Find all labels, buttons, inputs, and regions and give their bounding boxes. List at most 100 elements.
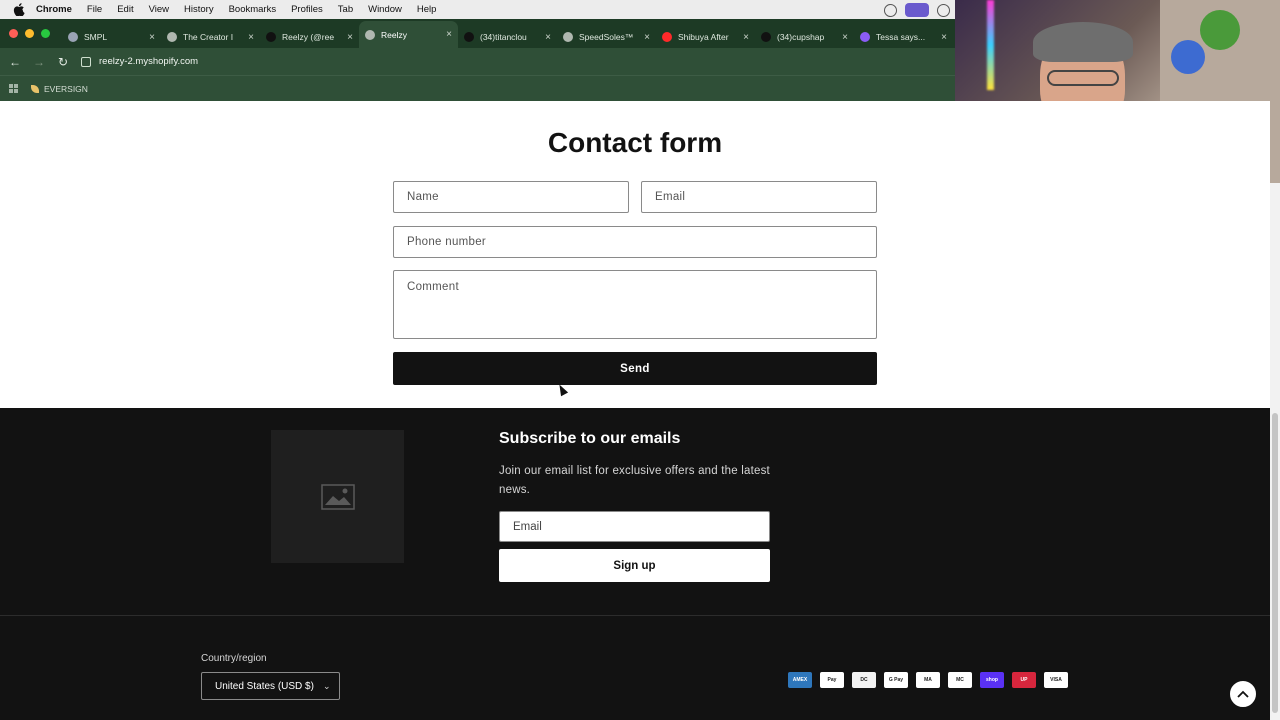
payment-google-pay-icon: G Pay: [884, 672, 908, 688]
tab-label: The Creator I: [183, 32, 234, 42]
tab-favicon-icon: [860, 32, 870, 42]
menu-edit[interactable]: Edit: [117, 4, 133, 15]
menu-view[interactable]: View: [149, 4, 169, 15]
page-scrollbar[interactable]: [1270, 183, 1280, 720]
tab-close-icon[interactable]: ×: [149, 32, 155, 43]
browser-tab[interactable]: (34)cupshap ×: [755, 26, 854, 48]
menu-help[interactable]: Help: [417, 4, 437, 15]
tab-label: Shibuya After: [678, 32, 729, 42]
subscribe-title: Subscribe to our emails: [499, 430, 681, 447]
browser-tab[interactable]: SpeedSoles™ ×: [557, 26, 656, 48]
webcam-neon-light: [987, 0, 994, 90]
image-placeholder: [271, 430, 404, 563]
tab-favicon-icon: [662, 32, 672, 42]
tab-close-icon[interactable]: ×: [347, 32, 353, 43]
reload-icon[interactable]: ↻: [51, 55, 75, 69]
browser-tab[interactable]: SMPL ×: [62, 26, 161, 48]
tab-favicon-icon: [365, 29, 375, 40]
tab-close-icon[interactable]: ×: [941, 32, 947, 43]
forward-arrow-icon[interactable]: →: [27, 55, 51, 69]
tab-favicon-icon: [266, 32, 276, 42]
tab-label: (34)cupshap: [777, 32, 825, 42]
menu-history[interactable]: History: [184, 4, 214, 15]
browser-tab-strip: SMPL × The Creator I × Reelzy (@ree × Reelzy ×(…: [0, 19, 955, 48]
scrollbar-thumb[interactable]: [1272, 413, 1278, 713]
country-region-label: Country/region: [201, 653, 267, 664]
menu-file[interactable]: File: [87, 4, 102, 15]
site-settings-icon[interactable]: [81, 56, 91, 67]
browser-tab[interactable]: Shibuya After ×: [656, 26, 755, 48]
menu-profiles[interactable]: Profiles: [291, 4, 323, 15]
name-field[interactable]: Name: [393, 181, 629, 213]
tab-close-icon[interactable]: ×: [743, 32, 749, 43]
apps-grid-icon[interactable]: [9, 84, 18, 93]
tab-favicon-icon: [464, 32, 474, 42]
tab-close-icon[interactable]: ×: [248, 32, 254, 43]
menu-app-chrome[interactable]: Chrome: [36, 4, 72, 15]
zoom-window-button[interactable]: [41, 29, 50, 38]
close-window-button[interactable]: [9, 29, 18, 38]
chevron-up-icon: [1237, 690, 1249, 698]
tab-favicon-icon: [563, 32, 573, 42]
tab-favicon-icon: [761, 32, 771, 42]
newsletter-email-field[interactable]: Email: [499, 511, 770, 542]
back-arrow-icon[interactable]: ←: [3, 55, 27, 69]
sign-up-button[interactable]: Sign up: [499, 549, 770, 582]
payment-mastercard-icon: MC: [948, 672, 972, 688]
tab-favicon-icon: [68, 32, 78, 42]
webcam-plush-toy: [1171, 40, 1205, 74]
window-controls: [9, 29, 50, 38]
browser-tab[interactable]: Reelzy ×: [359, 21, 458, 48]
control-center-icon[interactable]: [884, 3, 897, 17]
send-button[interactable]: Send: [393, 352, 877, 385]
comment-textarea[interactable]: Comment: [393, 270, 877, 339]
apple-logo-icon[interactable]: [12, 3, 26, 16]
tab-list: SMPL × The Creator I × Reelzy (@ree × Reelzy ×(…: [62, 19, 953, 48]
menu-bookmarks[interactable]: Bookmarks: [229, 4, 277, 15]
webcam-person-cap: [1033, 22, 1133, 62]
payment-methods: AMEX Pay DC G Pay MA MC shop UP VISA: [788, 672, 1068, 688]
url-bar[interactable]: reelzy-2.myshopify.com: [81, 56, 198, 67]
screen-recorder-icon[interactable]: [905, 3, 929, 17]
contact-form-title: Contact form: [547, 127, 723, 158]
address-toolbar: ← → ↻ reelzy-2.myshopify.com: [0, 48, 955, 75]
bookmark-eversign[interactable]: EVERSIGN: [31, 84, 88, 94]
newsletter-email-placeholder: Email: [513, 520, 542, 533]
tab-close-icon[interactable]: ×: [842, 32, 848, 43]
email-field[interactable]: Email: [641, 181, 877, 213]
url-text: reelzy-2.myshopify.com: [99, 56, 199, 67]
name-placeholder: Name: [407, 191, 439, 203]
browser-tab[interactable]: Tessa says... ×: [854, 26, 953, 48]
payment-shop-pay-icon: shop: [980, 672, 1004, 688]
browser-tab[interactable]: Reelzy (@ree ×: [260, 26, 359, 48]
tab-label: SMPL: [84, 32, 108, 42]
country-region-select[interactable]: United States (USD $) ⌄: [201, 672, 340, 700]
minimize-window-button[interactable]: [25, 29, 34, 38]
tab-label: SpeedSoles™: [579, 32, 634, 42]
phone-number-field[interactable]: Phone number: [393, 226, 877, 258]
browser-tab[interactable]: (34)titanclou ×: [458, 26, 557, 48]
email-placeholder: Email: [655, 191, 686, 203]
browser-tab[interactable]: The Creator I ×: [161, 26, 260, 48]
bookmarks-bar: EVERSIGN: [0, 75, 955, 101]
menubar-status-icons: [884, 3, 950, 17]
payment-visa-icon: VISA: [1044, 672, 1068, 688]
payment-maestro-icon: MA: [916, 672, 940, 688]
menu-window[interactable]: Window: [368, 4, 402, 15]
footer: Subscribe to our emails Join our email l…: [0, 408, 1270, 720]
tab-close-icon[interactable]: ×: [545, 32, 551, 43]
camera-icon[interactable]: [937, 3, 950, 17]
bookmark-label: EVERSIGN: [44, 83, 88, 94]
tab-close-icon[interactable]: ×: [446, 29, 452, 40]
eversign-favicon-icon: [31, 84, 39, 93]
menu-tab[interactable]: Tab: [338, 4, 353, 15]
image-placeholder-icon: [320, 483, 355, 510]
phone-placeholder: Phone number: [407, 236, 487, 248]
comment-placeholder: Comment: [407, 281, 459, 293]
scroll-to-top-button[interactable]: [1229, 680, 1257, 708]
chevron-down-icon: ⌄: [322, 680, 331, 691]
payment-american-express-icon: AMEX: [788, 672, 812, 688]
tab-close-icon[interactable]: ×: [644, 32, 650, 43]
country-value: United States (USD $): [215, 680, 314, 692]
tab-label: Reelzy: [381, 29, 407, 40]
